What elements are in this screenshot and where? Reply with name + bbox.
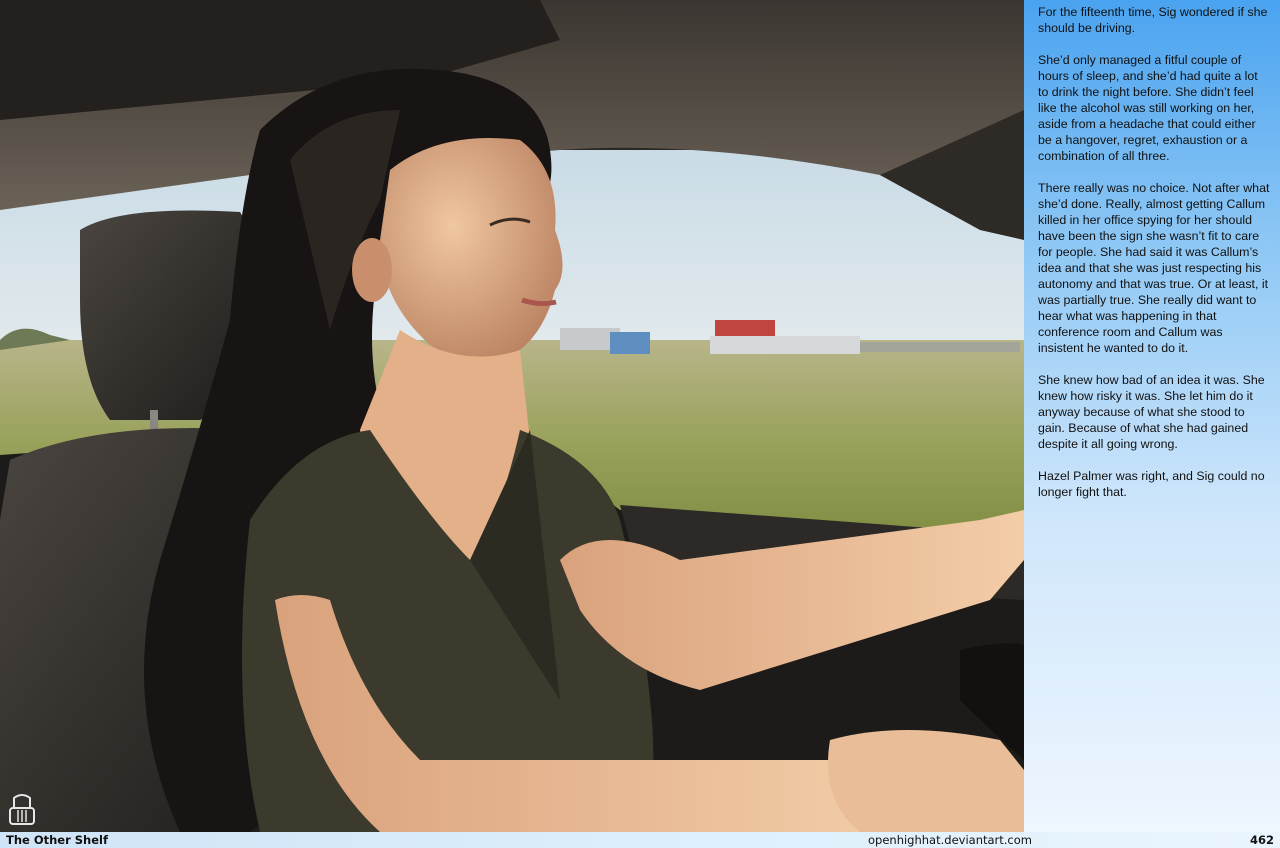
illustration bbox=[0, 0, 1024, 832]
narration-paragraph: She knew how bad of an idea it was. She … bbox=[1038, 373, 1265, 451]
narration-paragraph: Hazel Palmer was right, and Sig could no… bbox=[1038, 469, 1265, 499]
car-driving-scene bbox=[0, 0, 1024, 832]
page-number: 462 bbox=[1250, 833, 1275, 847]
open-high-hat-logo-icon bbox=[9, 794, 35, 825]
narration-paragraph: She’d only managed a fitful couple of ho… bbox=[1038, 53, 1258, 163]
narration-paragraph: For the fifteenth time, Sig wondered if … bbox=[1038, 5, 1268, 35]
page-footer: The Other Shelf openhighhat.deviantart.c… bbox=[0, 832, 1280, 848]
comic-page: For the fifteenth time, Sig wondered if … bbox=[0, 0, 1280, 848]
site-url: openhighhat.deviantart.com bbox=[868, 833, 1032, 847]
narration-paragraph: There really was no choice. Not after wh… bbox=[1038, 181, 1270, 355]
narration-panel: For the fifteenth time, Sig wondered if … bbox=[1024, 0, 1280, 832]
comic-title: The Other Shelf bbox=[6, 833, 108, 847]
